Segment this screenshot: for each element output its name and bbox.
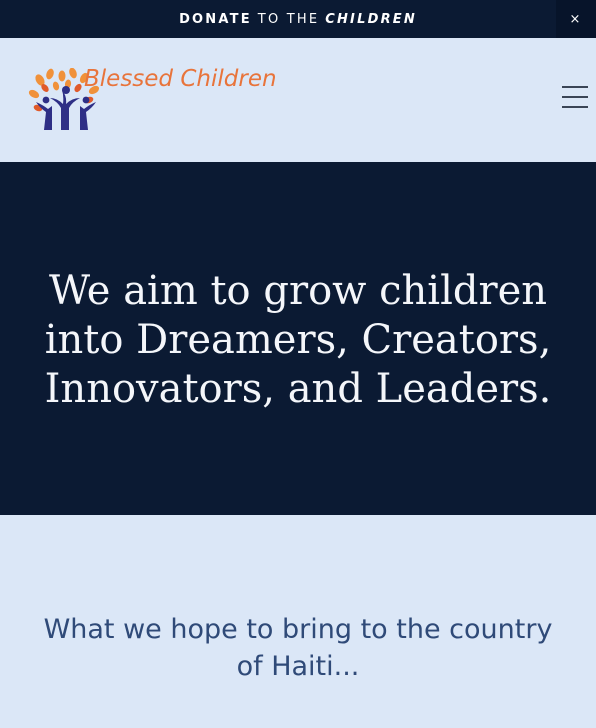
menu-line [562, 86, 588, 88]
section-heading: What we hope to bring to the country of … [43, 614, 553, 682]
announcement-bold: DONATE [179, 11, 252, 27]
site-header: Blessed Children [0, 38, 596, 162]
brand-name[interactable]: Blessed Children [84, 66, 277, 92]
menu-line [562, 106, 588, 108]
announcement-middle: TO THE [257, 11, 320, 27]
close-announcement-button[interactable]: × [556, 0, 596, 38]
close-icon: × [569, 11, 583, 27]
hero-section: We aim to grow children into Dreamers, C… [0, 162, 596, 515]
hero-headline: We aim to grow children into Dreamers, C… [44, 268, 552, 412]
announcement-bar[interactable]: DONATE TO THE CHILDREN × [0, 0, 596, 38]
menu-line [562, 96, 588, 98]
hamburger-menu-icon[interactable] [562, 86, 588, 108]
announcement-emphasis: CHILDREN [325, 11, 417, 27]
mission-section: What we hope to bring to the country of … [0, 515, 596, 728]
